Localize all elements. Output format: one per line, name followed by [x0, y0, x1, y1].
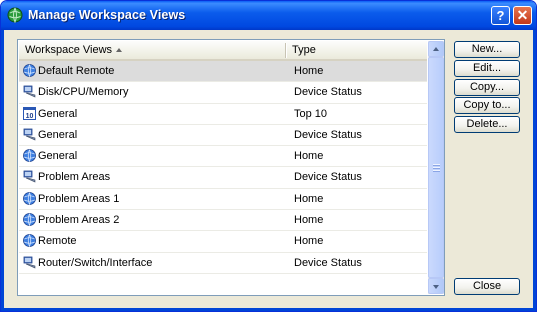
new-button[interactable]: New... [454, 41, 520, 58]
scroll-up-button[interactable] [428, 41, 444, 57]
list-item-name: Problem Areas [38, 171, 111, 184]
list-item[interactable]: Disk/CPU/Memory Device Status [19, 82, 427, 104]
list-item-name: General [38, 128, 78, 141]
list-item-name: Default Remote [38, 65, 115, 77]
window-border-left [1, 30, 4, 311]
arrow-up-icon [433, 47, 439, 51]
list-item-name: Problem Areas 1 [38, 192, 120, 205]
list-item-type: Home [294, 65, 324, 77]
list-item-type: Top 10 [294, 107, 328, 120]
column-header-workspace-views[interactable]: Workspace Views [25, 44, 123, 56]
manage-workspace-views-dialog: Manage Workspace Views ? ✕ Workspace Vie… [0, 0, 537, 312]
window-border-bottom [1, 308, 536, 311]
sort-ascending-icon [116, 48, 123, 53]
list-item-type: Device Status [294, 256, 362, 269]
device-status-icon [23, 170, 36, 183]
list-rows: Default Remote Home Disk/CPU/Memory Device … [19, 61, 427, 274]
device-status-icon [23, 128, 36, 141]
app-globe-icon [7, 7, 23, 23]
svg-text:10: 10 [26, 113, 34, 120]
list-item-type: Home [294, 192, 324, 205]
list-item-type: Device Status [294, 128, 362, 141]
list-item-type: Device Status [294, 171, 362, 184]
list-item[interactable]: 10 General Top 10 [19, 104, 427, 125]
list-item-name: Router/Switch/Interface [38, 256, 153, 269]
list-item-type: Home [294, 214, 324, 227]
globe-icon [23, 149, 36, 163]
scroll-down-button[interactable] [428, 278, 444, 294]
grip-line [433, 170, 440, 172]
title-bar[interactable]: Manage Workspace Views ? ✕ [1, 1, 536, 30]
globe-icon [23, 191, 36, 205]
close-window-button[interactable]: ✕ [513, 6, 532, 25]
list-item-type: Device Status [294, 86, 362, 99]
device-status-icon [23, 256, 36, 269]
copy-to-button[interactable]: Copy to... [454, 97, 520, 114]
list-item[interactable]: General Device Status [19, 125, 427, 147]
globe-icon [23, 234, 36, 248]
list-item[interactable]: Default Remote Home [19, 61, 427, 83]
delete-button[interactable]: Delete... [454, 116, 520, 133]
device-status-icon [23, 85, 36, 98]
top-ten-icon: 10 [23, 106, 36, 120]
list-item-type: Home [294, 150, 324, 163]
close-button[interactable]: Close [454, 278, 520, 295]
list-item[interactable]: Problem Areas Device Status [19, 167, 427, 189]
list-item[interactable]: General Home [19, 146, 427, 168]
list-item[interactable]: Problem Areas 1 Home [19, 189, 427, 211]
vertical-scrollbar[interactable] [428, 41, 444, 294]
copy-button[interactable]: Copy... [454, 79, 520, 96]
scrollbar-thumb[interactable] [428, 57, 444, 278]
edit-button[interactable]: Edit... [454, 60, 520, 77]
list-item[interactable]: Router/Switch/Interface Device Status [19, 253, 427, 274]
list-item-name: General [38, 107, 78, 120]
list-item-name: Disk/CPU/Memory [38, 86, 129, 99]
list-item-name: Remote [38, 235, 77, 248]
list-item-type: Home [294, 235, 324, 248]
grip-line [433, 164, 440, 166]
arrow-down-icon [433, 285, 439, 289]
globe-icon [23, 213, 36, 227]
list-item[interactable]: Remote Home [19, 231, 427, 253]
help-button[interactable]: ? [491, 6, 510, 25]
grip-line [433, 167, 440, 169]
column-divider[interactable] [285, 43, 287, 58]
window-title: Manage Workspace Views [28, 8, 186, 22]
list-item[interactable]: Problem Areas 2 Home [19, 210, 427, 232]
list-item-name: General [38, 150, 78, 163]
list-header: Workspace Views Type [19, 41, 427, 61]
window-border-right [533, 30, 536, 311]
globe-icon [23, 64, 36, 78]
column-header-type[interactable]: Type [292, 44, 316, 56]
workspace-views-list[interactable]: Workspace Views Type Default Remote Home D… [17, 39, 445, 296]
list-item-name: Problem Areas 2 [38, 214, 120, 227]
